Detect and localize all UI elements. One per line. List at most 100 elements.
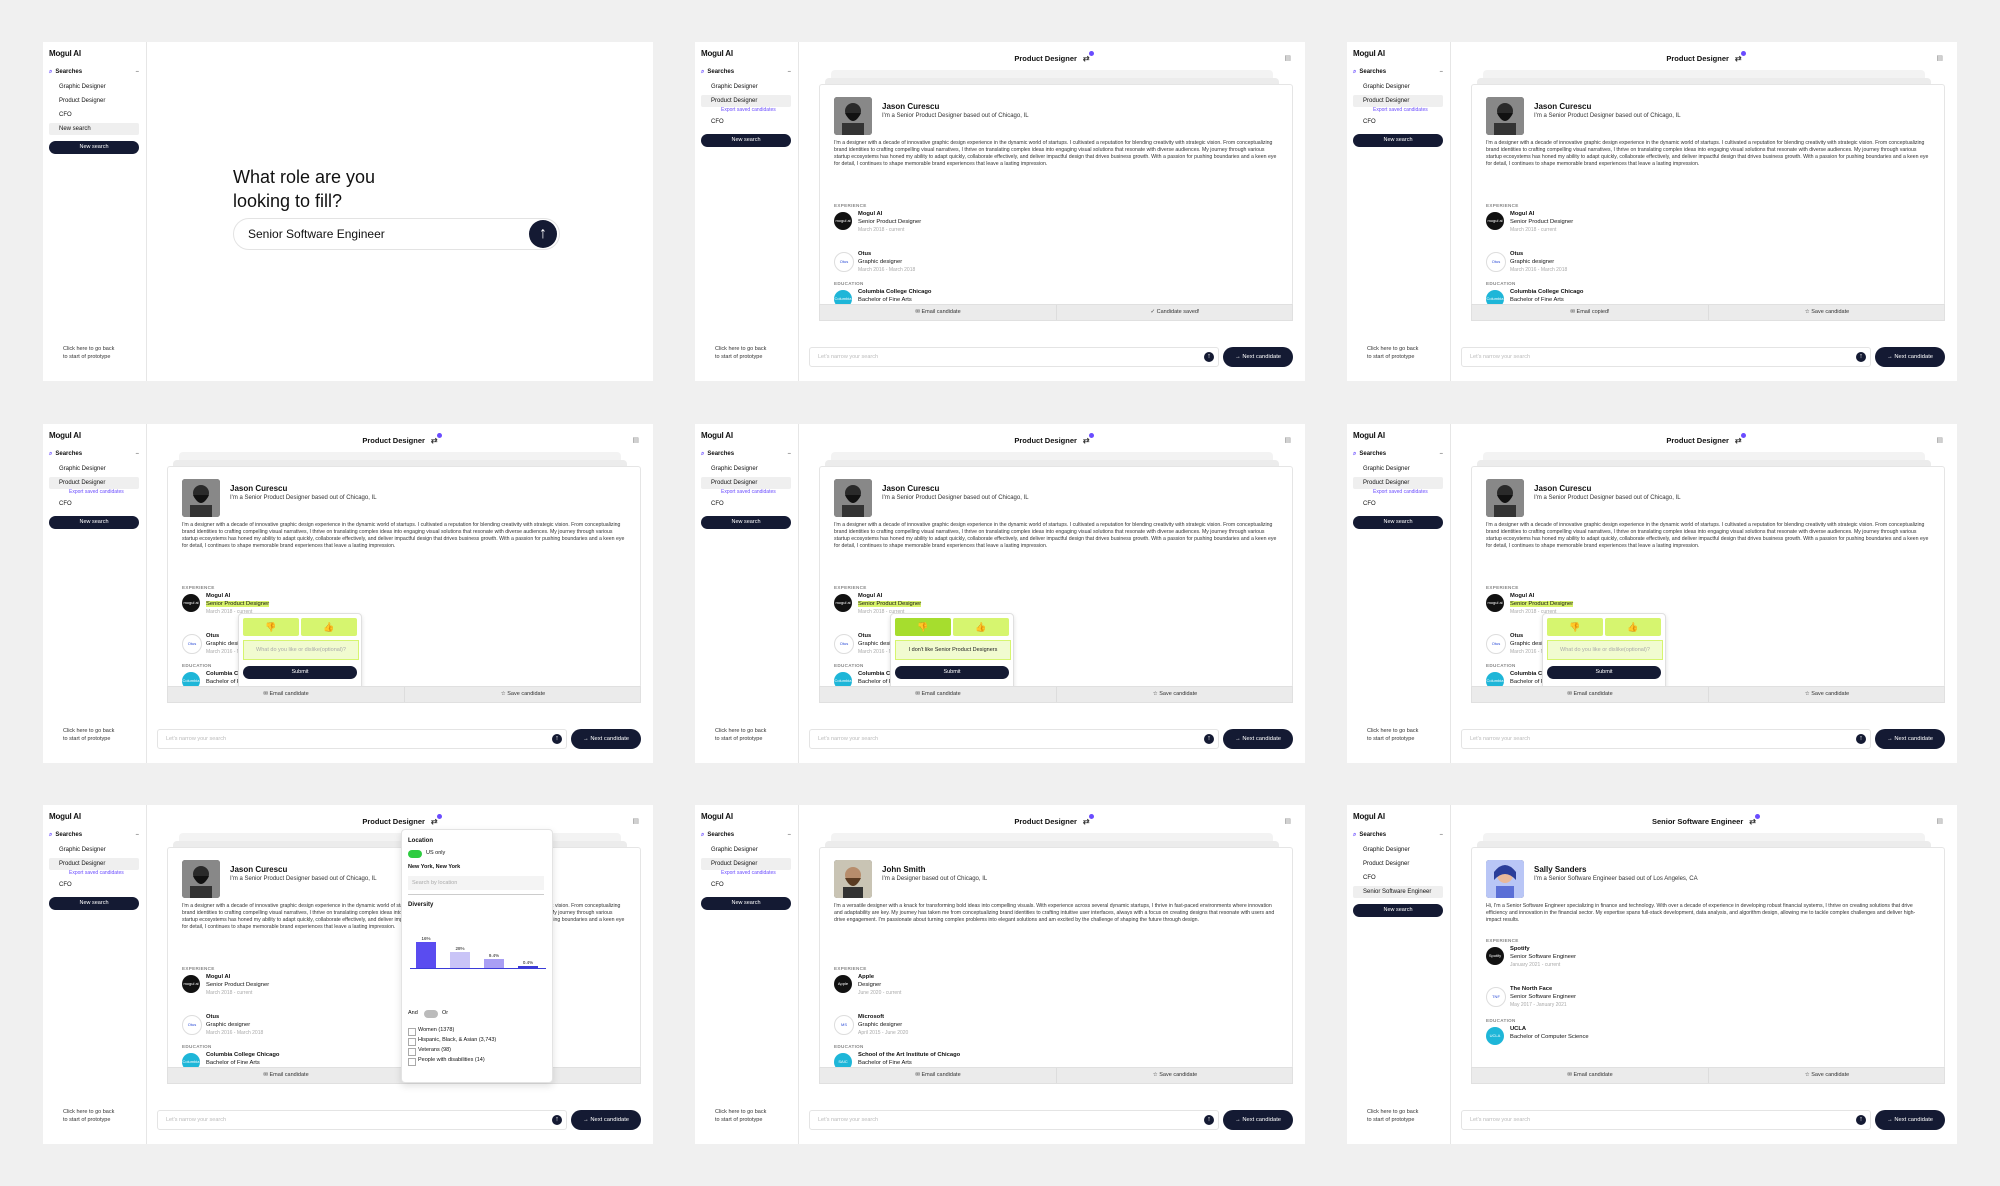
collapse-icon[interactable]: –	[788, 832, 791, 838]
sidebar-item-graphic-designer[interactable]: Graphic Designer	[49, 844, 139, 856]
searches-header[interactable]: ⌕ Searches –	[1353, 832, 1443, 839]
sidebar-item-graphic-designer[interactable]: Graphic Designer	[1353, 844, 1443, 856]
new-search-button[interactable]: New search	[1353, 516, 1443, 529]
thumbs-down-button[interactable]: 👎	[1547, 618, 1603, 636]
sidebar-item-product-designer[interactable]: Product Designer	[49, 95, 139, 107]
email-candidate-button[interactable]: ✉ Email candidate	[820, 1068, 1056, 1083]
sidebar-item-graphic-designer[interactable]: Graphic Designer	[49, 463, 139, 475]
send-arrow-icon[interactable]: ↑	[552, 734, 562, 744]
sidebar-item-product-designer[interactable]: Product Designer	[1353, 95, 1443, 107]
feedback-input[interactable]: What do you like or dislike(optional)?	[1547, 640, 1663, 660]
diversity-checkbox[interactable]	[408, 1028, 416, 1036]
location-search-input[interactable]: Search by location	[408, 876, 544, 890]
email-candidate-button[interactable]: ✉ Email candidate	[1472, 1068, 1708, 1083]
submit-button[interactable]: Submit	[1547, 666, 1661, 679]
new-search-button[interactable]: New search	[1353, 904, 1443, 917]
filter-icon[interactable]: ⇄	[1083, 51, 1094, 63]
save-candidate-button[interactable]: ☆ Save candidate	[1056, 687, 1293, 702]
save-candidate-button[interactable]: ☆ Save candidate	[1056, 1068, 1293, 1083]
sidebar-item-product-designer[interactable]: Product Designer	[1353, 858, 1443, 870]
submit-button[interactable]: Submit	[895, 666, 1009, 679]
feedback-input[interactable]: I don't like Senior Product Designers	[895, 640, 1011, 660]
export-saved-link[interactable]: Export saved candidates	[701, 107, 791, 116]
filter-icon[interactable]: ⇄	[1735, 51, 1746, 63]
document-icon[interactable]: ▤	[1284, 436, 1291, 444]
filter-icon[interactable]: ⇄	[1083, 814, 1094, 826]
new-search-button[interactable]: New search	[701, 897, 791, 910]
sidebar-item-cfo[interactable]: CFO	[701, 498, 791, 510]
sidebar-item-product-designer[interactable]: Product Designer	[701, 477, 791, 489]
save-candidate-button[interactable]: ☆ Save candidate	[404, 687, 641, 702]
next-candidate-button[interactable]: → Next candidate	[1875, 1110, 1945, 1130]
narrow-search-input[interactable]: Let's narrow your search ↑	[1461, 1110, 1871, 1130]
narrow-search-input[interactable]: Let's narrow your search ↑	[809, 729, 1219, 749]
sidebar-item-product-designer[interactable]: Product Designer	[49, 477, 139, 489]
back-to-start-link[interactable]: Click here to go back to start of protot…	[1367, 346, 1423, 361]
back-to-start-link[interactable]: Click here to go back to start of protot…	[715, 346, 771, 361]
next-candidate-button[interactable]: → Next candidate	[1875, 729, 1945, 749]
thumbs-up-button[interactable]: 👍	[1605, 618, 1661, 636]
next-candidate-button[interactable]: → Next candidate	[1223, 1110, 1293, 1130]
thumbs-down-button[interactable]: 👎	[895, 618, 951, 636]
next-candidate-button[interactable]: → Next candidate	[1223, 347, 1293, 367]
back-to-start-link[interactable]: Click here to go back to start of protot…	[63, 346, 119, 361]
email-candidate-button[interactable]: ✉ Email copied!	[1472, 305, 1708, 320]
sidebar-item-cfo[interactable]: CFO	[49, 498, 139, 510]
send-arrow-icon[interactable]: ↑	[552, 1115, 562, 1125]
send-arrow-icon[interactable]: ↑	[1856, 734, 1866, 744]
searches-header[interactable]: ⌕ Searches –	[1353, 451, 1443, 458]
collapse-icon[interactable]: –	[1440, 451, 1443, 457]
sidebar-item-cfo[interactable]: CFO	[1353, 498, 1443, 510]
send-arrow-icon[interactable]: ↑	[1856, 352, 1866, 362]
role-search-input[interactable]: Senior Software Engineer ↑	[233, 218, 560, 250]
collapse-icon[interactable]: –	[788, 69, 791, 75]
searches-header[interactable]: ⌕ Searches –	[49, 69, 139, 76]
document-icon[interactable]: ▤	[1284, 54, 1291, 62]
document-icon[interactable]: ▤	[1936, 54, 1943, 62]
searches-header[interactable]: ⌕ Searches –	[701, 69, 791, 76]
sidebar-item-product-designer[interactable]: Product Designer	[701, 95, 791, 107]
filter-icon[interactable]: ⇄	[1735, 433, 1746, 445]
document-icon[interactable]: ▤	[632, 436, 639, 444]
new-search-button[interactable]: New search	[1353, 134, 1443, 147]
send-arrow-icon[interactable]: ↑	[1204, 1115, 1214, 1125]
sidebar-item-graphic-designer[interactable]: Graphic Designer	[701, 81, 791, 93]
sidebar-item-senior-software-engineer[interactable]: Senior Software Engineer	[1353, 886, 1443, 898]
narrow-search-input[interactable]: Let's narrow your search ↑	[1461, 347, 1871, 367]
document-icon[interactable]: ▤	[632, 817, 639, 825]
export-saved-link[interactable]: Export saved candidates	[49, 870, 139, 879]
narrow-search-input[interactable]: Let's narrow your search ↑	[1461, 729, 1871, 749]
searches-header[interactable]: ⌕ Searches –	[701, 451, 791, 458]
new-search-button[interactable]: New search	[701, 134, 791, 147]
save-candidate-button[interactable]: ✓ Candidate saved!	[1056, 305, 1293, 320]
collapse-icon[interactable]: –	[1440, 69, 1443, 75]
export-saved-link[interactable]: Export saved candidates	[701, 870, 791, 879]
narrow-search-input[interactable]: Let's narrow your search ↑	[809, 347, 1219, 367]
thumbs-up-button[interactable]: 👍	[953, 618, 1009, 636]
searches-header[interactable]: ⌕ Searches –	[1353, 69, 1443, 76]
back-to-start-link[interactable]: Click here to go back to start of protot…	[63, 728, 119, 743]
document-icon[interactable]: ▤	[1936, 436, 1943, 444]
new-search-button[interactable]: New search	[49, 141, 139, 154]
diversity-checkbox[interactable]	[408, 1048, 416, 1056]
back-to-start-link[interactable]: Click here to go back to start of protot…	[1367, 728, 1423, 743]
email-candidate-button[interactable]: ✉ Email candidate	[168, 1068, 404, 1083]
sidebar-item-product-designer[interactable]: Product Designer	[49, 858, 139, 870]
email-candidate-button[interactable]: ✉ Email candidate	[168, 687, 404, 702]
filter-icon[interactable]: ⇄	[1083, 433, 1094, 445]
send-arrow-icon[interactable]: ↑	[1204, 734, 1214, 744]
save-candidate-button[interactable]: ☆ Save candidate	[1708, 305, 1945, 320]
sidebar-item-new-search[interactable]: New search	[49, 123, 139, 135]
back-to-start-link[interactable]: Click here to go back to start of protot…	[63, 1109, 119, 1124]
us-only-toggle[interactable]	[408, 850, 422, 858]
sidebar-item-graphic-designer[interactable]: Graphic Designer	[701, 463, 791, 475]
sidebar-item-product-designer[interactable]: Product Designer	[1353, 477, 1443, 489]
document-icon[interactable]: ▤	[1284, 817, 1291, 825]
collapse-icon[interactable]: –	[788, 451, 791, 457]
back-to-start-link[interactable]: Click here to go back to start of protot…	[1367, 1109, 1423, 1124]
submit-arrow-icon[interactable]: ↑	[529, 220, 557, 248]
sidebar-item-cfo[interactable]: CFO	[701, 879, 791, 891]
submit-button[interactable]: Submit	[243, 666, 357, 679]
new-search-button[interactable]: New search	[701, 516, 791, 529]
collapse-icon[interactable]: –	[136, 69, 139, 75]
